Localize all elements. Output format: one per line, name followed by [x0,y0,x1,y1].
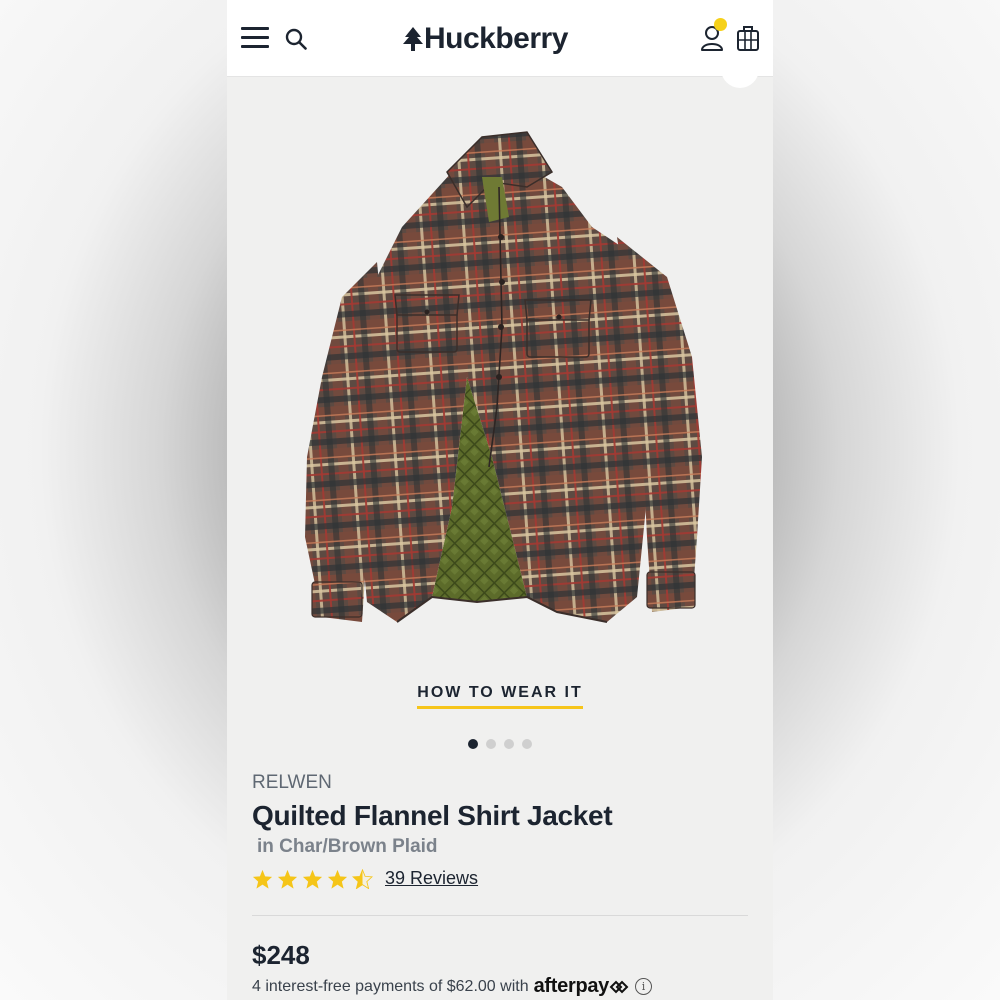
hamburger-menu-icon[interactable] [241,27,269,49]
mobile-viewport: Huckberry HOW TO WEAR IT RELWEN Quilted … [227,0,773,1000]
site-header: Huckberry [227,0,773,77]
afterpay-arrows-icon [609,980,629,993]
product-variant: in Char/Brown Plaid [257,836,438,857]
tree-logo-icon [403,27,423,51]
carousel-dot[interactable] [504,739,514,749]
star-icon [277,869,298,889]
reviews-link[interactable]: 39 Reviews [385,868,478,889]
star-icon [252,869,273,889]
how-to-wear-it-link[interactable]: HOW TO WEAR IT [227,684,773,709]
product-rating: 39 Reviews [252,868,478,889]
product-brand[interactable]: RELWEN [252,772,332,794]
product-price: $248 [252,940,310,970]
divider [252,915,748,916]
huckberry-logo[interactable]: Huckberry [403,20,568,58]
star-rating [252,868,377,889]
afterpay-installments: 4 interest-free payments of $62.00 with … [252,975,653,998]
how-to-wear-it-label[interactable]: HOW TO WEAR IT [417,684,583,709]
carousel-pagination [227,739,773,749]
afterpay-label: afterpay [533,975,610,997]
product-image[interactable] [227,77,773,657]
half-star-icon [352,868,373,889]
star-icon [302,869,323,889]
installments-text: 4 interest-free payments of $62.00 with [252,977,529,995]
afterpay-logo: afterpay [534,975,629,998]
carousel-dot[interactable] [486,739,496,749]
carousel-dot[interactable] [468,739,478,749]
carousel-dot[interactable] [522,739,532,749]
search-icon[interactable] [285,28,307,50]
info-icon[interactable]: i [635,978,653,995]
logo-text: Huckberry [424,22,568,55]
shopping-bag-icon[interactable] [736,24,760,52]
notification-dot [714,18,727,31]
product-title: Quilted Flannel Shirt Jacket [252,800,613,831]
star-icon [327,869,348,889]
